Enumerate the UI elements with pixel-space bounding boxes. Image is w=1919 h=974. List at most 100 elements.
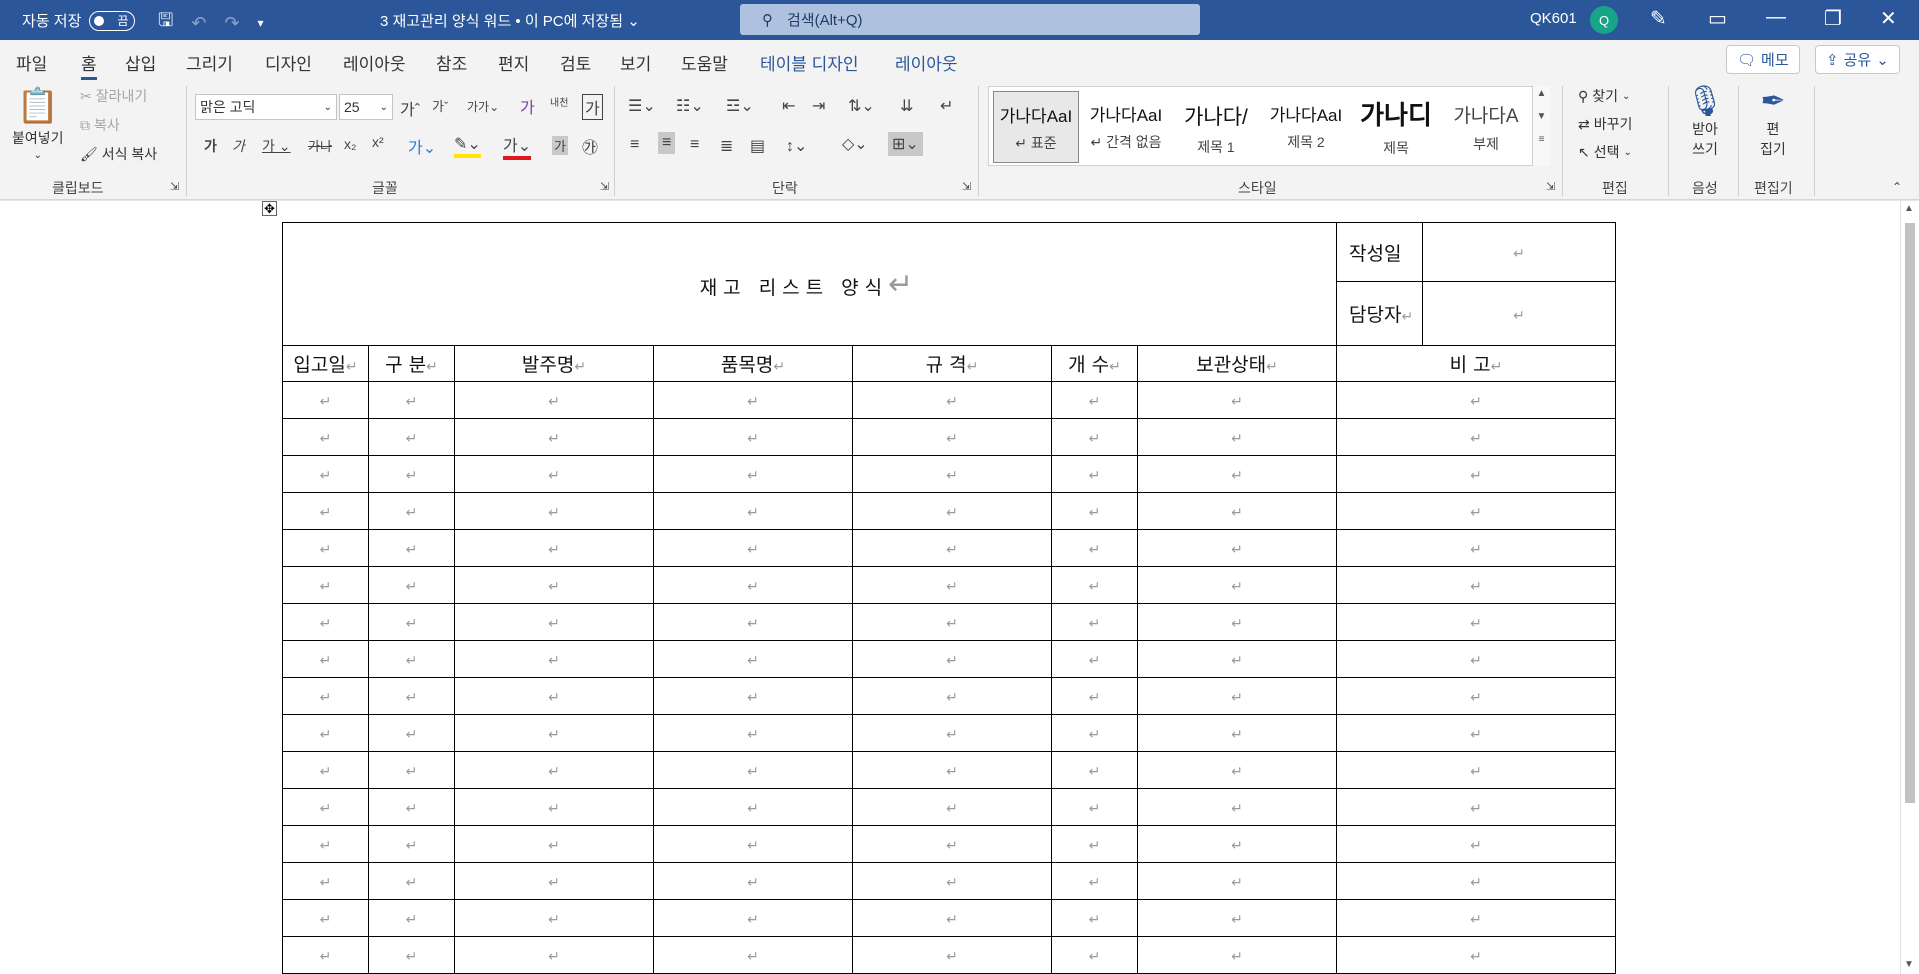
- scroll-down-icon[interactable]: ▼: [1904, 959, 1914, 970]
- table-cell[interactable]: ↵: [282, 640, 369, 678]
- character-border-icon[interactable]: 가: [582, 94, 603, 120]
- table-cell[interactable]: ↵: [653, 418, 853, 456]
- dialog-launcher-icon[interactable]: ⇲: [170, 180, 179, 193]
- table-cell[interactable]: ↵: [852, 825, 1052, 863]
- scroll-up-icon[interactable]: ▲: [1904, 203, 1914, 214]
- table-cell[interactable]: ↵: [454, 751, 654, 789]
- table-cell[interactable]: ↵: [282, 529, 369, 567]
- tab-table-design[interactable]: 테이블 디자인: [760, 50, 859, 75]
- font-size-combo[interactable]: 25 ⌄: [339, 94, 393, 120]
- table-cell[interactable]: ↵: [852, 492, 1052, 530]
- header-col-order-name[interactable]: 발주명↵: [454, 345, 654, 382]
- table-cell[interactable]: ↵: [653, 714, 853, 752]
- table-cell[interactable]: ↵: [1336, 640, 1616, 678]
- table-cell[interactable]: ↵: [852, 899, 1052, 937]
- table-cell[interactable]: ↵: [1137, 825, 1337, 863]
- table-cell[interactable]: ↵: [368, 788, 455, 826]
- table-cell[interactable]: ↵: [1051, 640, 1138, 678]
- table-cell[interactable]: ↵: [368, 418, 455, 456]
- dialog-launcher-icon[interactable]: ⇲: [600, 180, 609, 193]
- table-cell[interactable]: ↵: [368, 566, 455, 604]
- table-cell[interactable]: ↵: [454, 899, 654, 937]
- table-cell[interactable]: ↵: [368, 640, 455, 678]
- table-cell[interactable]: ↵: [852, 381, 1052, 419]
- table-cell[interactable]: ↵: [1336, 788, 1616, 826]
- distributed-icon[interactable]: ▤: [750, 136, 765, 156]
- tab-layout[interactable]: 레이아웃: [343, 50, 406, 75]
- date-value-cell[interactable]: ↵: [1422, 222, 1616, 282]
- header-col-spec[interactable]: 규 격↵: [852, 345, 1052, 382]
- table-cell[interactable]: ↵: [1336, 751, 1616, 789]
- font-name-combo[interactable]: 맑은 고딕 ⌄: [195, 94, 337, 120]
- style-heading-1[interactable]: 가나다/제목 1: [1173, 91, 1259, 163]
- table-cell[interactable]: ↵: [1137, 714, 1337, 752]
- table-cell[interactable]: ↵: [1051, 825, 1138, 863]
- font-color-icon[interactable]: 가⌄: [503, 132, 532, 160]
- find-button[interactable]: ⚲ 찾기 ⌄: [1578, 86, 1630, 106]
- table-cell[interactable]: ↵: [852, 418, 1052, 456]
- table-cell[interactable]: ↵: [454, 455, 654, 493]
- strikethrough-icon[interactable]: 가나: [308, 136, 332, 155]
- borders-icon[interactable]: ⊞⌄: [888, 132, 923, 156]
- table-cell[interactable]: ↵: [368, 862, 455, 900]
- copy-button[interactable]: ⧉ 복사: [80, 115, 120, 135]
- table-cell[interactable]: ↵: [1137, 862, 1337, 900]
- table-cell[interactable]: ↵: [1336, 418, 1616, 456]
- chevron-down-icon[interactable]: ▼: [1533, 111, 1550, 122]
- table-cell[interactable]: ↵: [852, 566, 1052, 604]
- styles-gallery-scroll[interactable]: ▲ ▼ ≡: [1532, 86, 1550, 166]
- table-cell[interactable]: ↵: [1051, 603, 1138, 641]
- table-cell[interactable]: ↵: [282, 677, 369, 715]
- table-cell[interactable]: ↵: [282, 492, 369, 530]
- table-cell[interactable]: ↵: [1051, 862, 1138, 900]
- tab-design[interactable]: 디자인: [265, 50, 312, 75]
- bullets-icon[interactable]: ☰⌄: [628, 96, 656, 116]
- chevron-up-icon[interactable]: ▲: [1533, 88, 1550, 99]
- table-cell[interactable]: ↵: [1336, 492, 1616, 530]
- tab-draw[interactable]: 그리기: [186, 50, 233, 75]
- restore-icon[interactable]: ❐: [1824, 6, 1842, 31]
- customize-qat-icon[interactable]: ▾: [258, 16, 264, 30]
- table-cell[interactable]: ↵: [653, 825, 853, 863]
- clear-formatting-icon[interactable]: 가: [520, 94, 535, 118]
- paste-button[interactable]: 📋 붙여넣기 ⌄: [12, 86, 64, 161]
- table-cell[interactable]: ↵: [1137, 529, 1337, 567]
- table-cell[interactable]: ↵: [852, 936, 1052, 974]
- table-cell[interactable]: ↵: [1137, 566, 1337, 604]
- decrease-indent-icon[interactable]: ⇤: [782, 96, 795, 116]
- table-cell[interactable]: ↵: [852, 714, 1052, 752]
- table-cell[interactable]: ↵: [368, 825, 455, 863]
- multilevel-list-icon[interactable]: ☲⌄: [726, 96, 754, 116]
- share-button[interactable]: ⇪ 공유 ⌄: [1815, 45, 1900, 74]
- table-cell[interactable]: ↵: [282, 788, 369, 826]
- table-cell[interactable]: ↵: [1336, 566, 1616, 604]
- header-col-storage-status[interactable]: 보관상태↵: [1137, 345, 1337, 382]
- table-cell[interactable]: ↵: [454, 418, 654, 456]
- table-cell[interactable]: ↵: [1137, 455, 1337, 493]
- dialog-launcher-icon[interactable]: ⇲: [962, 180, 971, 193]
- table-cell[interactable]: ↵: [1137, 603, 1337, 641]
- table-cell[interactable]: ↵: [368, 492, 455, 530]
- tab-references[interactable]: 참조: [436, 50, 467, 75]
- table-title[interactable]: 재고 리스트 양식↵: [282, 222, 1337, 346]
- numbering-icon[interactable]: ☷⌄: [676, 96, 704, 116]
- table-cell[interactable]: ↵: [454, 529, 654, 567]
- table-cell[interactable]: ↵: [1137, 640, 1337, 678]
- memo-button[interactable]: 🗨 메모: [1726, 45, 1800, 74]
- table-cell[interactable]: ↵: [454, 381, 654, 419]
- table-cell[interactable]: ↵: [852, 640, 1052, 678]
- table-cell[interactable]: ↵: [852, 529, 1052, 567]
- table-cell[interactable]: ↵: [1051, 788, 1138, 826]
- table-cell[interactable]: ↵: [368, 936, 455, 974]
- minimize-icon[interactable]: —: [1766, 6, 1786, 29]
- table-cell[interactable]: ↵: [1137, 492, 1337, 530]
- table-cell[interactable]: ↵: [1051, 418, 1138, 456]
- table-cell[interactable]: ↵: [1137, 418, 1337, 456]
- header-col-item-name[interactable]: 품목명↵: [653, 345, 853, 382]
- tab-home[interactable]: 홈: [81, 50, 97, 80]
- dialog-launcher-icon[interactable]: ⇲: [1546, 180, 1555, 193]
- table-cell[interactable]: ↵: [653, 640, 853, 678]
- table-cell[interactable]: ↵: [1137, 899, 1337, 937]
- dictate-button[interactable]: 🎙 받아 쓰기: [1686, 84, 1724, 159]
- redo-icon[interactable]: ↷: [224, 13, 239, 34]
